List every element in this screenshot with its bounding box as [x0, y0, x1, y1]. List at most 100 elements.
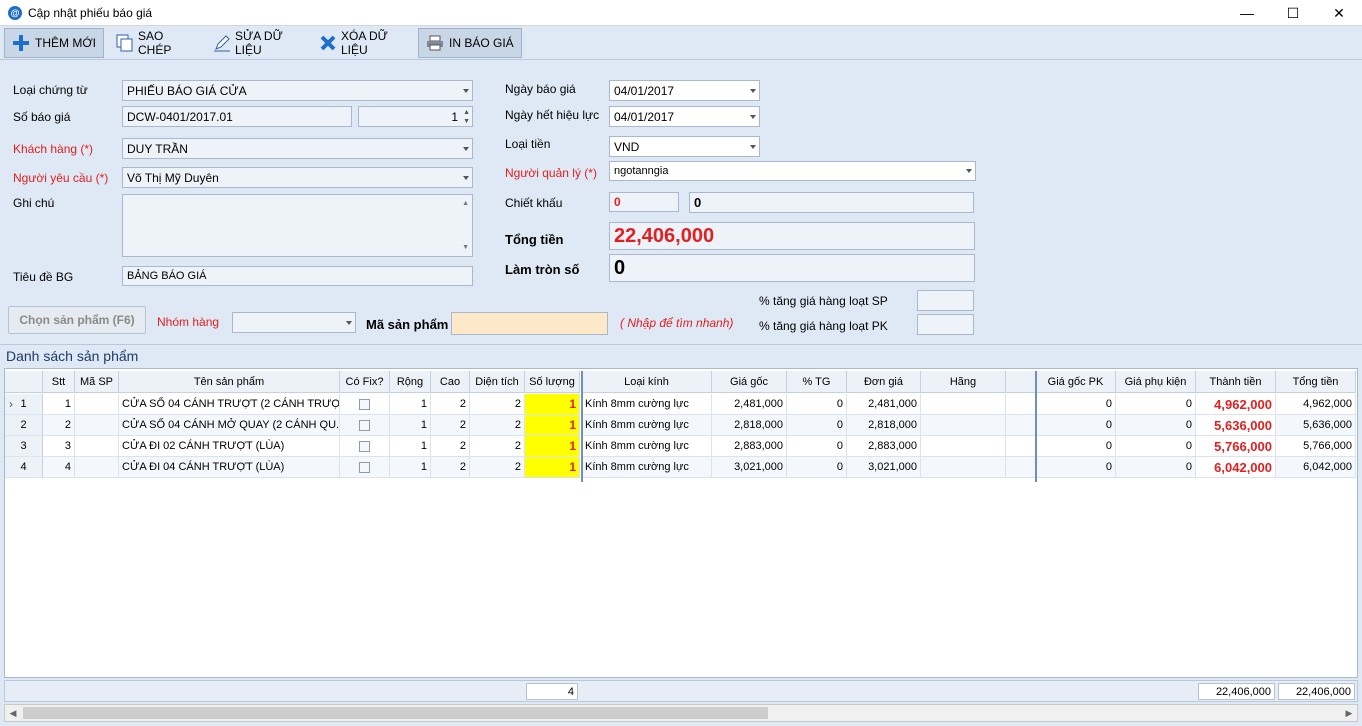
cell-glass[interactable]: Kính 8mm cường lực	[582, 457, 712, 478]
fix-checkbox-cell[interactable]	[340, 394, 390, 415]
fix-checkbox[interactable]	[359, 419, 370, 431]
cell-base[interactable]: 2,481,000	[712, 394, 787, 415]
quote-date-picker[interactable]: 04/01/2017	[609, 80, 760, 101]
cell-amount[interactable]: 4,962,000	[1196, 394, 1276, 415]
cell-brand[interactable]	[921, 436, 1006, 457]
column-header[interactable]: Mã SP	[75, 371, 119, 393]
cell-amount[interactable]: 5,766,000	[1196, 436, 1276, 457]
column-header[interactable]: % TG	[787, 371, 847, 393]
cell-name[interactable]: CỬA ĐI 04 CÁNH TRƯỢT (LÙA)	[119, 457, 340, 478]
cell-stt[interactable]: 3	[43, 436, 75, 457]
fix-checkbox-cell[interactable]	[340, 415, 390, 436]
cell-qty[interactable]: 1	[525, 415, 580, 436]
column-header[interactable]: Số lượng	[525, 371, 580, 393]
cell-amount[interactable]: 5,636,000	[1196, 415, 1276, 436]
requester-select[interactable]: Võ Thị Mỹ Duyên	[122, 167, 473, 188]
stepper-arrows-icon[interactable]: ▲ ▼	[463, 108, 470, 126]
fix-checkbox-cell[interactable]	[340, 436, 390, 457]
cell-extra[interactable]	[1006, 457, 1036, 478]
cell-pk[interactable]: 0	[1116, 436, 1196, 457]
cell-glass[interactable]: Kính 8mm cường lực	[582, 394, 712, 415]
cell-pkbase[interactable]: 0	[1036, 457, 1116, 478]
cell-qty[interactable]: 1	[525, 436, 580, 457]
cell-name[interactable]: CỬA SỔ 04 CÁNH MỞ QUAY (2 CÁNH QU...	[119, 415, 340, 436]
cell-tg[interactable]: 0	[787, 415, 847, 436]
cell-area[interactable]: 2	[470, 436, 525, 457]
column-header[interactable]: Giá phụ kiện	[1116, 371, 1196, 393]
cell-area[interactable]: 2	[470, 415, 525, 436]
cell-tg[interactable]: 0	[787, 436, 847, 457]
edit-button[interactable]: SỬA DỮ LIỆU	[206, 28, 310, 58]
close-button[interactable]: ✕	[1316, 0, 1362, 26]
discount-amount-field[interactable]: 0	[689, 192, 974, 213]
delete-button[interactable]: XÓA DỮ LIỆU	[312, 28, 416, 58]
note-textarea[interactable]: ▲ ▼	[122, 194, 473, 257]
cell-h[interactable]: 2	[431, 394, 470, 415]
column-header[interactable]: Stt	[43, 371, 75, 393]
title-field[interactable]: BẢNG BÁO GIÁ	[122, 266, 473, 286]
manager-select[interactable]: ngotanngia	[609, 161, 976, 181]
cell-code[interactable]	[75, 457, 119, 478]
cell-glass[interactable]: Kính 8mm cường lực	[582, 415, 712, 436]
row-header[interactable]: › 1	[5, 394, 43, 415]
cell-stt[interactable]: 4	[43, 457, 75, 478]
cell-unit[interactable]: 2,883,000	[847, 436, 921, 457]
cell-pkbase[interactable]: 0	[1036, 415, 1116, 436]
cell-amount[interactable]: 6,042,000	[1196, 457, 1276, 478]
scroll-down-icon[interactable]: ▼	[462, 244, 469, 251]
column-header[interactable]: Có Fix?	[340, 371, 390, 393]
cell-pkbase[interactable]: 0	[1036, 394, 1116, 415]
scroll-left-icon[interactable]: ◀	[6, 706, 20, 720]
row-header[interactable]: 4	[5, 457, 43, 478]
rounding-field[interactable]: 0	[609, 254, 975, 282]
cell-base[interactable]: 3,021,000	[712, 457, 787, 478]
column-header[interactable]: Rộng	[390, 371, 431, 393]
pick-product-button[interactable]: Chọn sản phẩm (F6)	[8, 306, 146, 334]
copy-button[interactable]: SAO CHÉP	[108, 28, 204, 58]
column-header[interactable]: Đơn giá	[847, 371, 921, 393]
add-new-button[interactable]: THÊM MỚI	[4, 28, 104, 58]
cell-pk[interactable]: 0	[1116, 394, 1196, 415]
column-header[interactable]: Loại kính	[582, 371, 712, 393]
cell-code[interactable]	[75, 394, 119, 415]
group-select[interactable]	[232, 312, 356, 333]
cell-extra[interactable]	[1006, 436, 1036, 457]
cell-name[interactable]: CỬA ĐI 02 CÁNH TRƯỢT (LÙA)	[119, 436, 340, 457]
cell-area[interactable]: 2	[470, 394, 525, 415]
column-header[interactable]: Thành tiền	[1196, 371, 1276, 393]
currency-select[interactable]: VND	[609, 136, 760, 157]
row-header[interactable]: 3	[5, 436, 43, 457]
column-header[interactable]: Diện tích	[470, 371, 525, 393]
increase-sp-input[interactable]	[917, 290, 974, 311]
cell-w[interactable]: 1	[390, 457, 431, 478]
cell-h[interactable]: 2	[431, 436, 470, 457]
cell-brand[interactable]	[921, 394, 1006, 415]
cell-stt[interactable]: 1	[43, 394, 75, 415]
expiry-date-picker[interactable]: 04/01/2017	[609, 106, 760, 127]
increase-pk-input[interactable]	[917, 314, 974, 335]
cell-total[interactable]: 5,636,000	[1276, 415, 1356, 436]
cell-unit[interactable]: 3,021,000	[847, 457, 921, 478]
scroll-up-icon[interactable]: ▲	[462, 200, 469, 207]
cell-w[interactable]: 1	[390, 394, 431, 415]
cell-brand[interactable]	[921, 415, 1006, 436]
cell-total[interactable]: 4,962,000	[1276, 394, 1356, 415]
scroll-thumb[interactable]	[23, 707, 768, 719]
column-header[interactable]: Giá gốc	[712, 371, 787, 393]
cell-unit[interactable]: 2,818,000	[847, 415, 921, 436]
cell-stt[interactable]: 2	[43, 415, 75, 436]
scroll-right-icon[interactable]: ▶	[1342, 706, 1356, 720]
cell-code[interactable]	[75, 436, 119, 457]
customer-select[interactable]: DUY TRẦN	[122, 138, 473, 159]
column-header[interactable]: Hãng	[921, 371, 1006, 393]
cell-extra[interactable]	[1006, 394, 1036, 415]
column-header[interactable]: Tên sản phẩm	[119, 371, 340, 393]
cell-tg[interactable]: 0	[787, 457, 847, 478]
cell-glass[interactable]: Kính 8mm cường lực	[582, 436, 712, 457]
column-header[interactable]	[5, 371, 43, 393]
print-quote-button[interactable]: IN BÁO GIÁ	[418, 28, 522, 58]
cell-qty[interactable]: 1	[525, 457, 580, 478]
cell-h[interactable]: 2	[431, 457, 470, 478]
fix-checkbox[interactable]	[359, 440, 370, 452]
fix-checkbox[interactable]	[359, 398, 370, 410]
